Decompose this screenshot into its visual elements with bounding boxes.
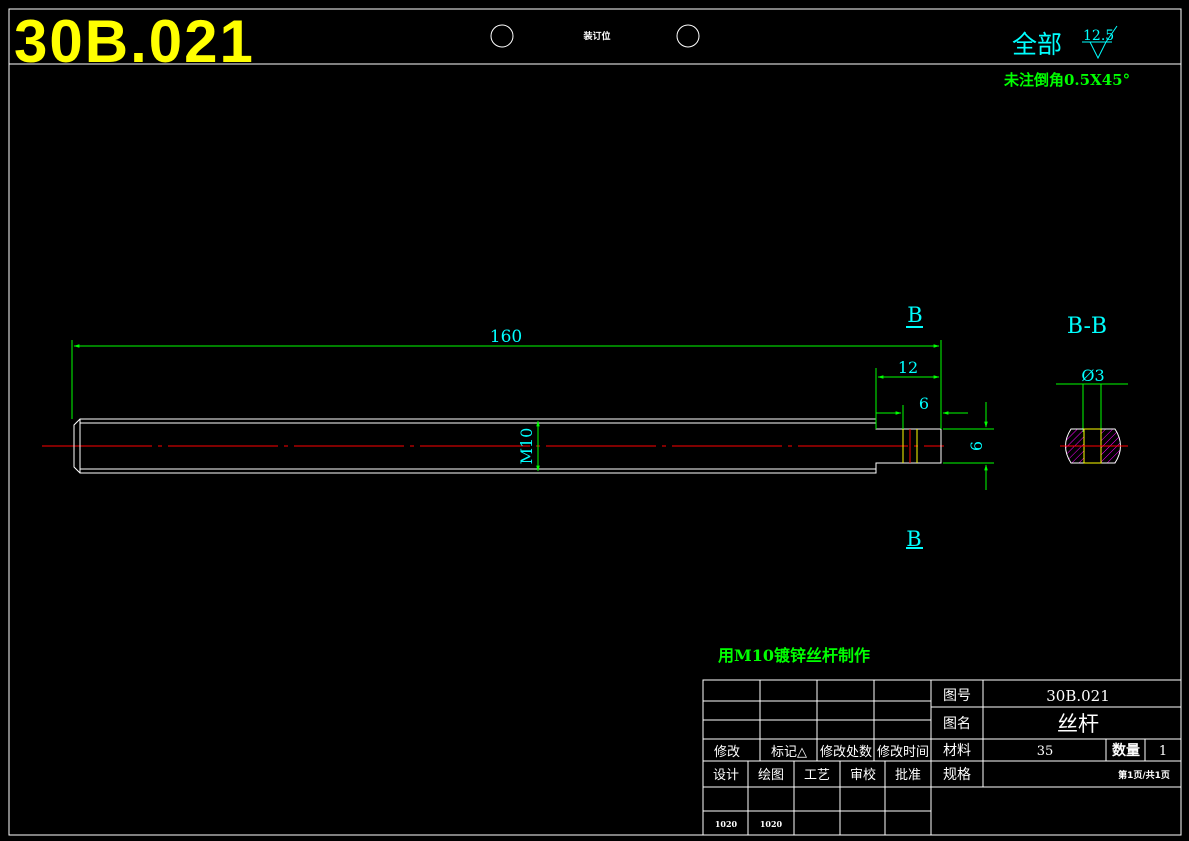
role-process: 工艺: [804, 768, 830, 783]
drawing-code-title: 30B.021: [14, 8, 255, 75]
value-drawing-no: 30B.021: [1046, 687, 1110, 705]
chamfer-note: 未注倒角0.5X45°: [1003, 71, 1130, 89]
label-material: 材料: [943, 743, 971, 759]
dim-slot-height: 6: [967, 441, 986, 451]
rev-header-count: 修改处数: [820, 745, 872, 760]
date-drawing: 1020: [760, 819, 783, 829]
value-name: 丝杆: [1057, 712, 1099, 736]
material-note: 用M10镀锌丝杆制作: [718, 646, 870, 665]
binding-hole-left: [490, 24, 514, 48]
label-name: 图名: [943, 716, 971, 732]
section-mark-top: B: [907, 303, 922, 327]
cad-drawing: 30B.021 装订位 全部 12.5 未注倒角0.5X45° 160 12 6…: [8, 8, 1182, 836]
binding-hole-right: [676, 24, 700, 48]
label-drawing-no: 图号: [943, 688, 971, 704]
roughness-label: 全部: [1012, 30, 1062, 59]
rev-header-mark: 标记△: [771, 745, 807, 760]
role-design: 设计: [713, 768, 739, 783]
role-drawing: 绘图: [758, 768, 784, 783]
label-quantity: 数量: [1112, 742, 1140, 759]
dim-hole-diameter: Ø3: [1081, 366, 1104, 385]
rev-header-modify: 修改: [714, 745, 740, 760]
drawing-frame: [8, 8, 1182, 836]
rev-header-time: 修改时间: [877, 745, 929, 760]
dim-end-length: 12: [898, 358, 918, 377]
dim-thread: M10: [517, 428, 536, 465]
dim-slot-width: 6: [919, 394, 929, 413]
role-review: 审校: [850, 767, 876, 783]
label-spec: 规格: [943, 767, 971, 783]
value-quantity: 1: [1159, 744, 1167, 759]
value-material: 35: [1037, 744, 1054, 759]
value-page: 第1页/共1页: [1118, 769, 1170, 781]
date-design: 1020: [715, 819, 738, 829]
section-view-title: B-B: [1067, 314, 1107, 339]
binding-label: 装订位: [582, 30, 610, 42]
dim-overall-length: 160: [490, 327, 522, 347]
role-approve: 批准: [895, 768, 921, 783]
